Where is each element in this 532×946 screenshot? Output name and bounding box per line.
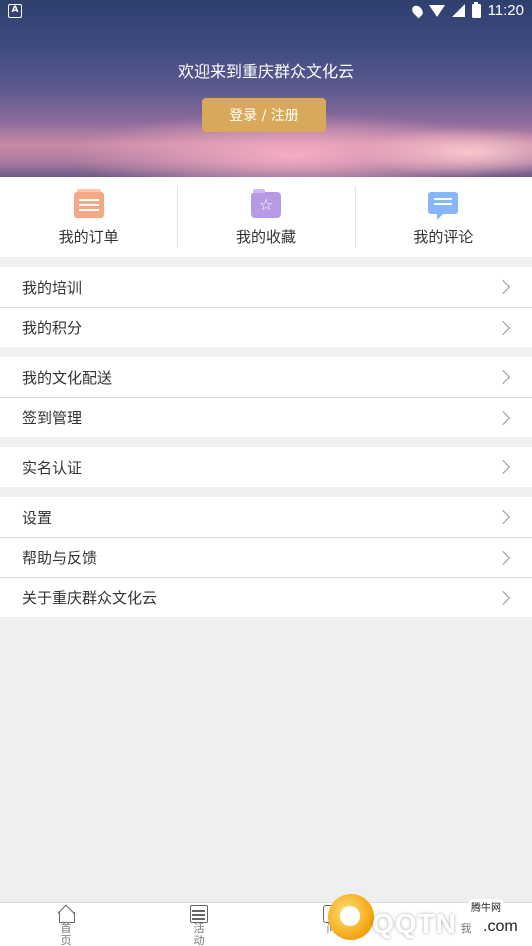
header-banner: A 11:20 欢迎来到重庆群众文化云 登录 / 注册 xyxy=(0,0,532,177)
menu-item-settings[interactable]: 设置 xyxy=(0,497,532,537)
menu-item-label: 我的积分 xyxy=(22,319,83,337)
chevron-right-icon xyxy=(495,320,511,336)
my-favorites-label: 我的收藏 xyxy=(235,228,296,246)
calendar-icon xyxy=(190,905,208,923)
home-icon xyxy=(57,905,75,923)
my-favorites-button[interactable]: 我的收藏 xyxy=(177,177,354,257)
menu-item-label: 我的培训 xyxy=(22,278,83,297)
my-orders-button[interactable]: 我的订单 xyxy=(0,177,177,257)
menu-item-real-name-verification[interactable]: 实名认证 xyxy=(0,447,532,487)
favorite-folder-icon xyxy=(250,189,281,218)
comment-icon xyxy=(428,192,459,220)
menu-item-label: 设置 xyxy=(22,508,53,527)
battery-icon xyxy=(471,1,481,18)
nav-label: 活动 xyxy=(193,922,205,946)
nav-home[interactable]: 首页 xyxy=(46,903,86,946)
menu-item-culture-delivery[interactable]: 我的文化配送 xyxy=(0,357,532,397)
chevron-right-icon xyxy=(495,410,511,426)
nav-activities[interactable]: 活动 xyxy=(179,903,219,946)
nav-label: 首页 xyxy=(60,922,72,946)
menu-item-label: 我的文化配送 xyxy=(22,368,113,387)
menu-item-label: 签到管理 xyxy=(22,409,83,427)
my-comments-label: 我的评论 xyxy=(413,228,474,246)
watermark: QQTN 腾牛网 .com xyxy=(328,888,532,946)
quick-actions: 我的订单 我的收藏 我的评论 xyxy=(0,177,532,257)
menu-group-learning: 我的培训 我的积分 xyxy=(0,267,532,347)
menu-group-verification: 实名认证 xyxy=(0,447,532,487)
chevron-right-icon xyxy=(495,459,511,475)
watermark-brand: 腾牛网 xyxy=(468,899,504,914)
my-orders-label: 我的订单 xyxy=(58,228,119,246)
status-bar: A 11:20 xyxy=(0,0,532,24)
menu-group-services: 我的文化配送 签到管理 xyxy=(0,357,532,437)
chevron-right-icon xyxy=(495,590,511,606)
chevron-right-icon xyxy=(495,279,511,295)
clock: 11:20 xyxy=(487,2,524,19)
menu-item-label: 实名认证 xyxy=(22,458,83,477)
menu-group-settings: 设置 帮助与反馈 关于重庆群众文化云 xyxy=(0,497,532,617)
app-notification-icon: A xyxy=(8,4,22,18)
chevron-right-icon xyxy=(495,509,511,525)
watermark-suffix: .com xyxy=(483,918,518,935)
chevron-right-icon xyxy=(495,550,511,566)
menu-item-label: 关于重庆群众文化云 xyxy=(22,589,158,607)
menu-item-about[interactable]: 关于重庆群众文化云 xyxy=(0,577,532,617)
order-icon xyxy=(73,189,104,218)
login-register-button[interactable]: 登录 / 注册 xyxy=(202,98,326,132)
menu-item-points[interactable]: 我的积分 xyxy=(0,307,532,347)
watermark-text: QQTN xyxy=(372,908,457,939)
menu-item-help-feedback[interactable]: 帮助与反馈 xyxy=(0,537,532,577)
watermark-logo-icon xyxy=(328,894,374,940)
welcome-text: 欢迎来到重庆群众文化云 xyxy=(177,62,354,81)
menu-item-training[interactable]: 我的培训 xyxy=(0,267,532,307)
cell-signal-icon xyxy=(451,4,465,17)
wifi-icon xyxy=(428,4,445,17)
my-comments-button[interactable]: 我的评论 xyxy=(354,177,532,257)
chevron-right-icon xyxy=(495,369,511,385)
menu-item-label: 帮助与反馈 xyxy=(22,549,98,567)
menu-item-checkin-management[interactable]: 签到管理 xyxy=(0,397,532,437)
status-icons: 11:20 xyxy=(409,1,524,19)
location-icon xyxy=(409,3,425,18)
